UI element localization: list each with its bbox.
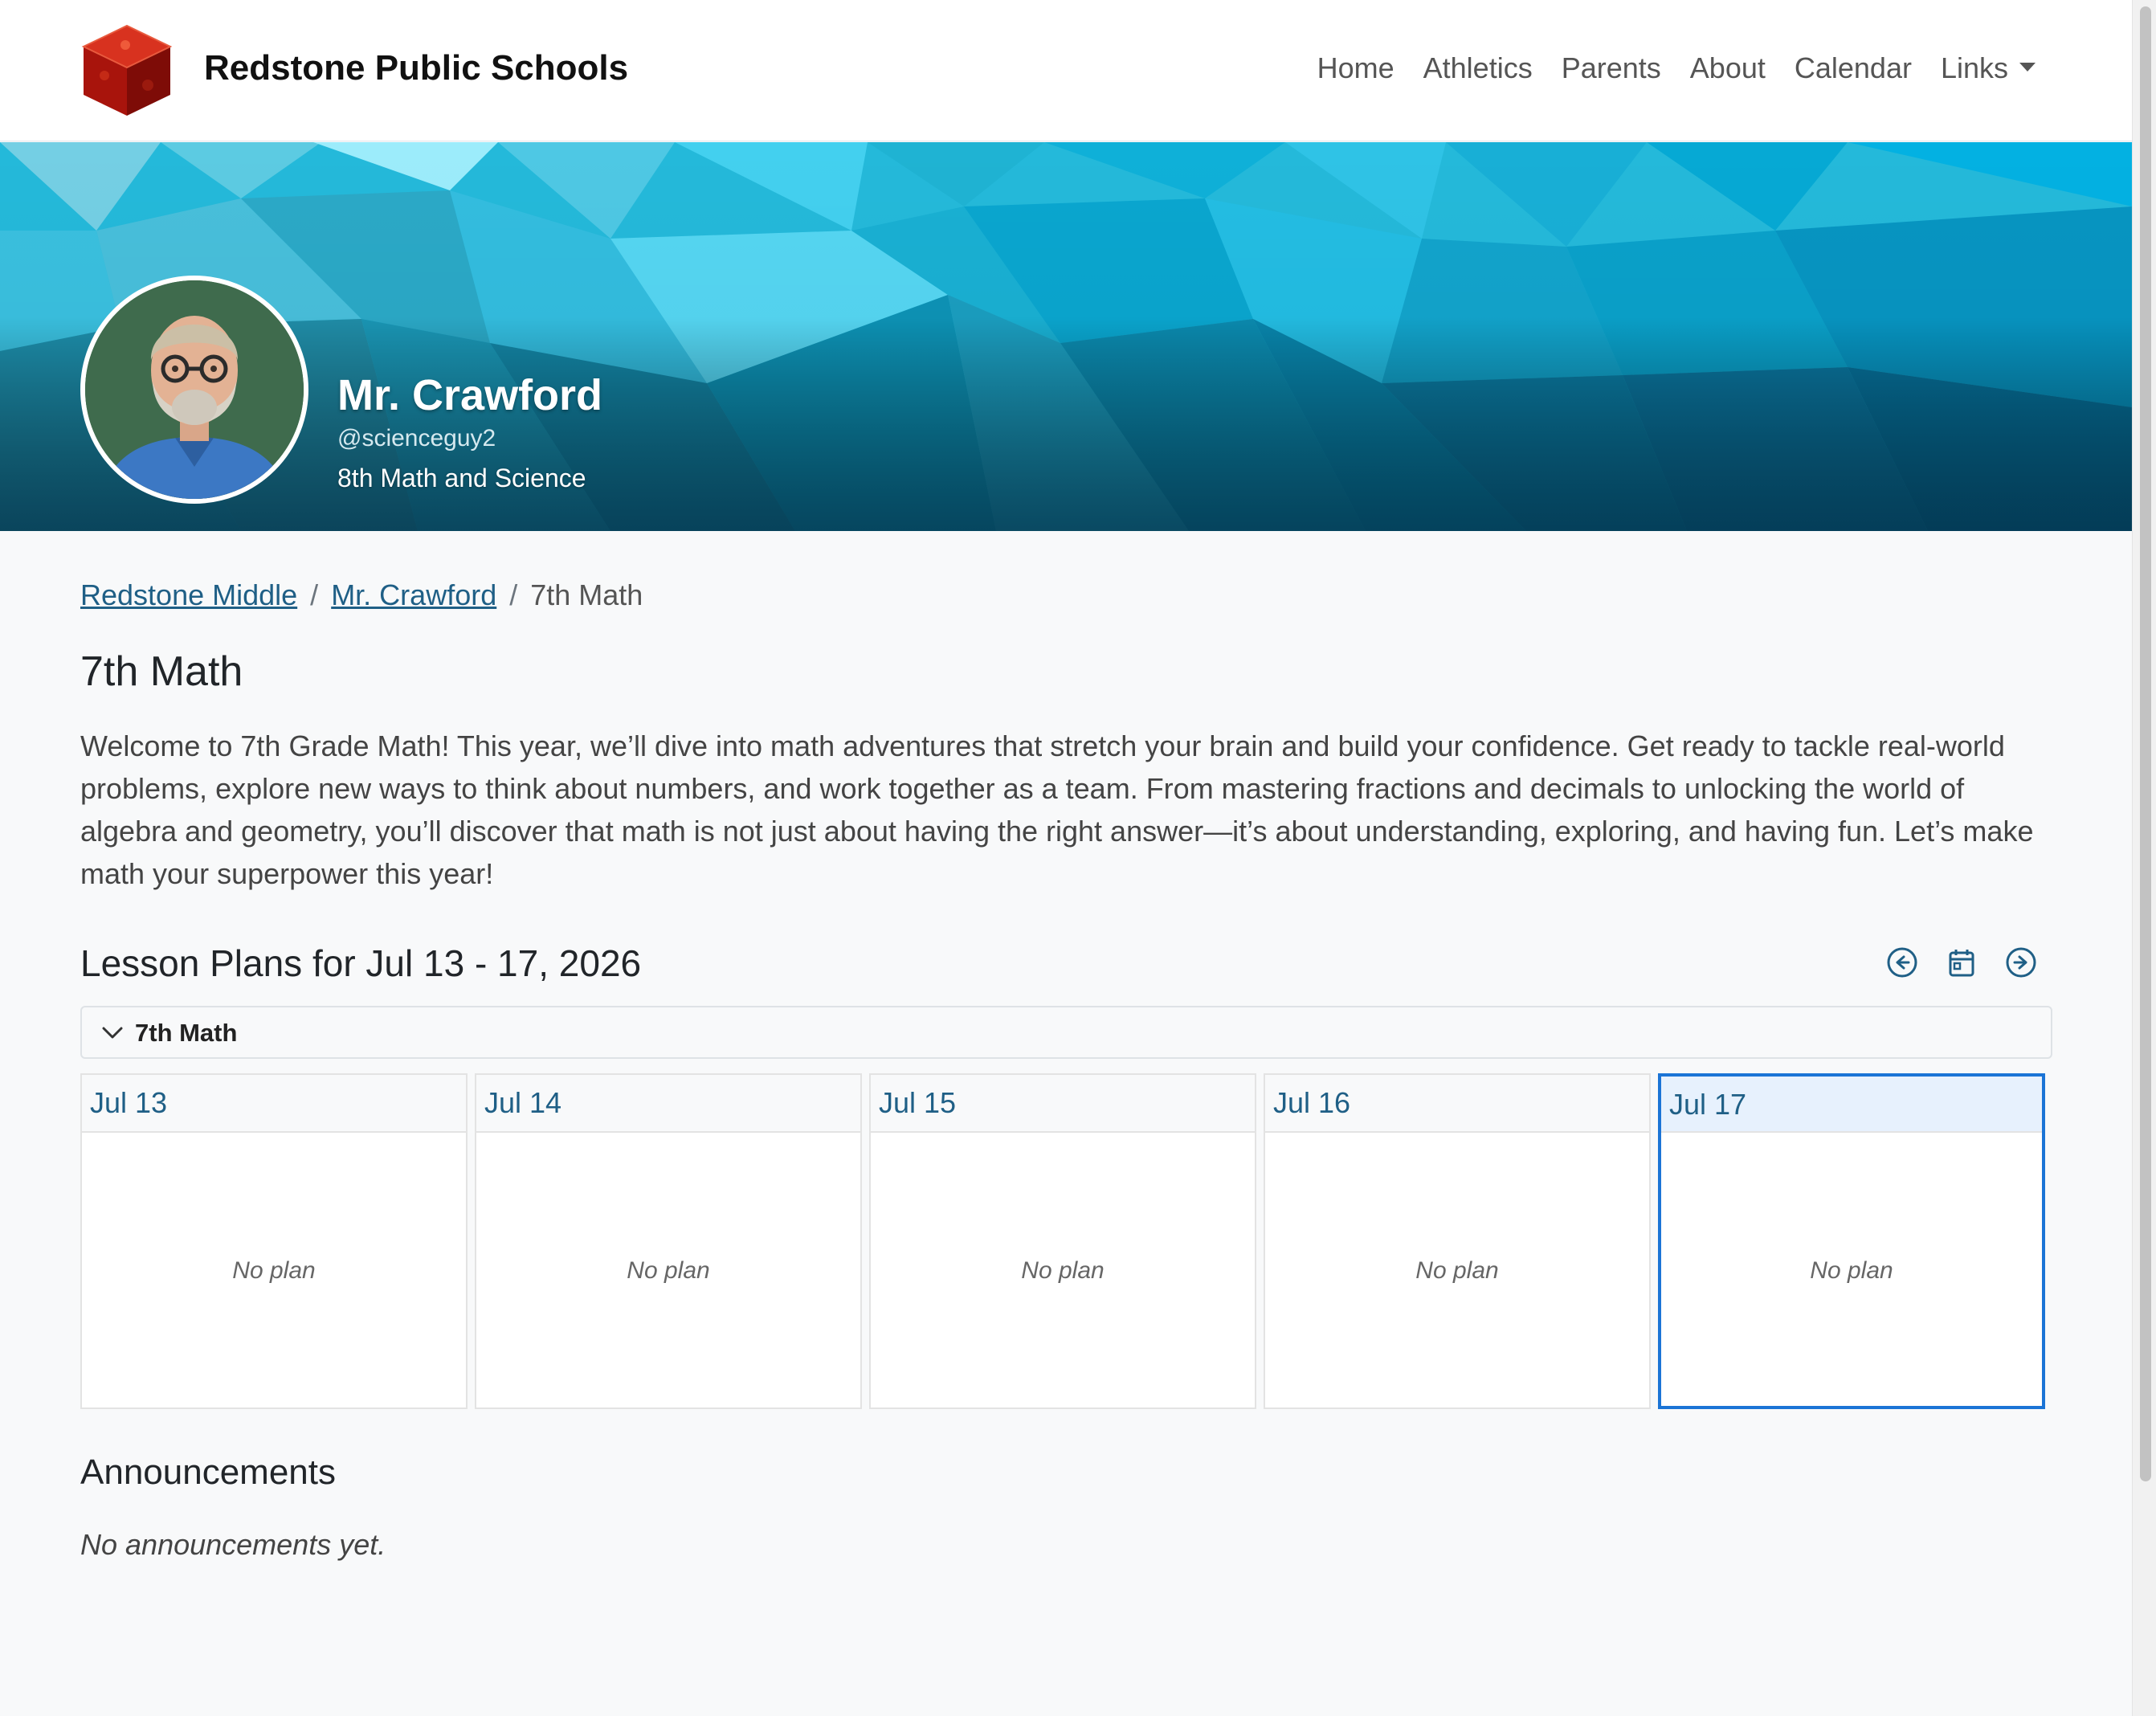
- profile-banner: Mr. Crawford @scienceguy2 8th Math and S…: [0, 142, 2132, 531]
- announcements-title: Announcements: [80, 1452, 336, 1492]
- teacher-handle: @scienceguy2: [337, 425, 496, 451]
- breadcrumb-separator: /: [310, 578, 319, 611]
- site-brand[interactable]: Redstone Public Schools: [204, 48, 628, 88]
- day-plan-status: No plan: [1810, 1257, 1893, 1284]
- day-date: Jul 14: [476, 1075, 860, 1133]
- breadcrumb: Redstone Middle / Mr. Crawford / 7th Math: [80, 578, 643, 612]
- nav-about[interactable]: About: [1690, 51, 1766, 85]
- day-column[interactable]: Jul 16 No plan: [1264, 1073, 1651, 1409]
- announcements-empty: No announcements yet.: [80, 1528, 386, 1561]
- nav-home[interactable]: Home: [1317, 51, 1394, 85]
- main-nav: Home Athletics Parents About Calendar Li…: [1317, 51, 2036, 85]
- page-scrollbar[interactable]: [2132, 0, 2156, 1716]
- day-column[interactable]: Jul 15 No plan: [869, 1073, 1256, 1409]
- day-plan-status: No plan: [232, 1257, 316, 1284]
- day-date: Jul 13: [82, 1075, 466, 1133]
- nav-links-dropdown[interactable]: Links: [1941, 51, 2036, 85]
- day-plan-status: No plan: [1021, 1257, 1105, 1284]
- day-column[interactable]: Jul 13 No plan: [80, 1073, 468, 1409]
- day-column[interactable]: Jul 14 No plan: [475, 1073, 862, 1409]
- teacher-avatar: [80, 276, 308, 504]
- class-intro: Welcome to 7th Grade Math! This year, we…: [80, 729, 2034, 890]
- week-navigation: [1886, 946, 2037, 979]
- breadcrumb-separator: /: [509, 578, 518, 611]
- calendar-icon[interactable]: [1946, 946, 1978, 979]
- previous-week-arrow-icon[interactable]: [1886, 946, 1918, 979]
- day-plan-status: No plan: [627, 1257, 710, 1284]
- breadcrumb-school-link[interactable]: Redstone Middle: [80, 578, 297, 611]
- teacher-role: 8th Math and Science: [337, 464, 586, 492]
- breadcrumb-teacher-link[interactable]: Mr. Crawford: [331, 578, 496, 611]
- school-logo-cube-icon[interactable]: [80, 22, 174, 119]
- accordion-label: 7th Math: [135, 1019, 238, 1047]
- breadcrumb-current: 7th Math: [530, 578, 643, 611]
- nav-calendar[interactable]: Calendar: [1795, 51, 1912, 85]
- polygon-background: [0, 142, 2132, 531]
- nav-parents[interactable]: Parents: [1562, 51, 1661, 85]
- caret-down-icon: [2019, 63, 2036, 72]
- day-date: Jul 16: [1265, 1075, 1649, 1133]
- page-title: 7th Math: [80, 648, 243, 695]
- nav-athletics[interactable]: Athletics: [1423, 51, 1533, 85]
- chevron-down-icon: [102, 1027, 123, 1039]
- section-accordion-toggle[interactable]: 7th Math: [80, 1006, 2052, 1059]
- day-date: Jul 17: [1661, 1077, 2042, 1133]
- lesson-plans-title: Lesson Plans for Jul 13 - 17, 2026: [80, 942, 642, 984]
- teacher-name: Mr. Crawford: [337, 371, 603, 419]
- day-plan-status: No plan: [1415, 1257, 1499, 1284]
- nav-links-label: Links: [1940, 51, 2008, 84]
- day-column-today[interactable]: Jul 17 No plan: [1658, 1073, 2045, 1409]
- next-week-arrow-icon[interactable]: [2005, 946, 2037, 979]
- scrollbar-thumb[interactable]: [2140, 6, 2151, 1481]
- day-date: Jul 15: [871, 1075, 1255, 1133]
- top-navbar: Redstone Public Schools Home Athletics P…: [0, 0, 2132, 141]
